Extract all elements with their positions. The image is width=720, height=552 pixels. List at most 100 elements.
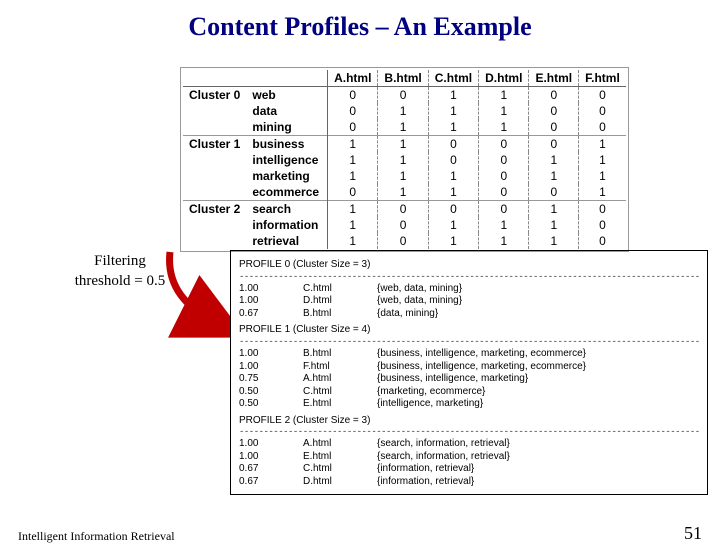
cell: 0 (378, 87, 428, 104)
cell: 0 (579, 233, 626, 249)
cell: 1 (328, 201, 378, 218)
cell: 0 (328, 103, 378, 119)
cell: 1 (529, 168, 579, 184)
file: E.html (303, 451, 377, 464)
cell: 0 (529, 103, 579, 119)
row-label: information (246, 217, 327, 233)
row-label: ecommerce (246, 184, 327, 201)
cell: 1 (378, 119, 428, 136)
score: 1.00 (239, 438, 303, 451)
terms: {data, mining} (377, 308, 699, 321)
row-label: retrieval (246, 233, 327, 249)
cell: 1 (428, 168, 478, 184)
cell: 1 (529, 152, 579, 168)
cell: 1 (479, 103, 529, 119)
file: B.html (303, 308, 377, 321)
score: 1.00 (239, 348, 303, 361)
score: 0.50 (239, 386, 303, 399)
cell: 1 (328, 233, 378, 249)
score: 1.00 (239, 295, 303, 308)
row-label: intelligence (246, 152, 327, 168)
profile-row: 1.00C.html{web, data, mining} (239, 283, 699, 296)
cell: 0 (378, 217, 428, 233)
score: 0.67 (239, 308, 303, 321)
cell: 1 (479, 119, 529, 136)
cell: 0 (579, 119, 626, 136)
cell: 0 (328, 184, 378, 201)
col-header: A.html (328, 70, 378, 87)
profile-row: 1.00A.html{search, information, retrieva… (239, 438, 699, 451)
cell: 0 (529, 119, 579, 136)
score: 1.00 (239, 361, 303, 374)
cluster-label: Cluster 2 (183, 201, 246, 218)
cell: 1 (328, 168, 378, 184)
cell: 1 (479, 233, 529, 249)
profile-header: PROFILE 0 (Cluster Size = 3) (239, 259, 699, 272)
col-header: E.html (529, 70, 579, 87)
profile-row: 0.67D.html{information, retrieval} (239, 476, 699, 489)
cell: 1 (378, 152, 428, 168)
divider: ----------------------------------------… (239, 427, 699, 438)
score: 0.67 (239, 463, 303, 476)
terms: {business, intelligence, marketing, ecom… (377, 361, 699, 374)
row-label: mining (246, 119, 327, 136)
profile-row: 0.75A.html{business, intelligence, marke… (239, 373, 699, 386)
cell: 0 (579, 217, 626, 233)
cell: 0 (328, 119, 378, 136)
cell: 1 (428, 217, 478, 233)
file: A.html (303, 438, 377, 451)
cell: 1 (378, 168, 428, 184)
term-doc-matrix: A.htmlB.htmlC.htmlD.htmlE.htmlF.htmlClus… (180, 67, 629, 252)
cell: 0 (579, 87, 626, 104)
score: 1.00 (239, 451, 303, 464)
col-header: C.html (428, 70, 478, 87)
profile-row: 0.50E.html{intelligence, marketing} (239, 398, 699, 411)
cell: 1 (479, 87, 529, 104)
divider: ----------------------------------------… (239, 272, 699, 283)
cell: 0 (529, 136, 579, 153)
terms: {web, data, mining} (377, 295, 699, 308)
profile-row: 1.00E.html{search, information, retrieva… (239, 451, 699, 464)
terms: {information, retrieval} (377, 476, 699, 489)
terms: {marketing, ecommerce} (377, 386, 699, 399)
file: E.html (303, 398, 377, 411)
footer-left: Intelligent Information Retrieval (18, 529, 175, 544)
score: 0.75 (239, 373, 303, 386)
cell: 0 (479, 184, 529, 201)
terms: {search, information, retrieval} (377, 438, 699, 451)
cell: 0 (479, 201, 529, 218)
profile-row: 0.67C.html{information, retrieval} (239, 463, 699, 476)
cell: 1 (428, 103, 478, 119)
file: B.html (303, 348, 377, 361)
slide-title: Content Profiles – An Example (0, 12, 720, 42)
cell: 0 (479, 168, 529, 184)
cell: 1 (428, 119, 478, 136)
cell: 1 (529, 201, 579, 218)
row-label: data (246, 103, 327, 119)
cell: 0 (479, 136, 529, 153)
col-header: D.html (479, 70, 529, 87)
cluster-label: Cluster 0 (183, 87, 246, 104)
terms: {web, data, mining} (377, 283, 699, 296)
row-label: search (246, 201, 327, 218)
file: C.html (303, 463, 377, 476)
terms: {information, retrieval} (377, 463, 699, 476)
cell: 1 (479, 217, 529, 233)
cell: 1 (579, 152, 626, 168)
score: 1.00 (239, 283, 303, 296)
cell: 1 (328, 136, 378, 153)
file: A.html (303, 373, 377, 386)
row-label: web (246, 87, 327, 104)
cluster-label: Cluster 1 (183, 136, 246, 153)
terms: {business, intelligence, marketing} (377, 373, 699, 386)
file: C.html (303, 386, 377, 399)
cell: 1 (428, 233, 478, 249)
row-label: marketing (246, 168, 327, 184)
profile-row: 1.00D.html{web, data, mining} (239, 295, 699, 308)
divider: ----------------------------------------… (239, 337, 699, 348)
cell: 0 (579, 201, 626, 218)
filter-line1: Filtering (94, 253, 146, 269)
file: F.html (303, 361, 377, 374)
cell: 0 (479, 152, 529, 168)
col-header: B.html (378, 70, 428, 87)
